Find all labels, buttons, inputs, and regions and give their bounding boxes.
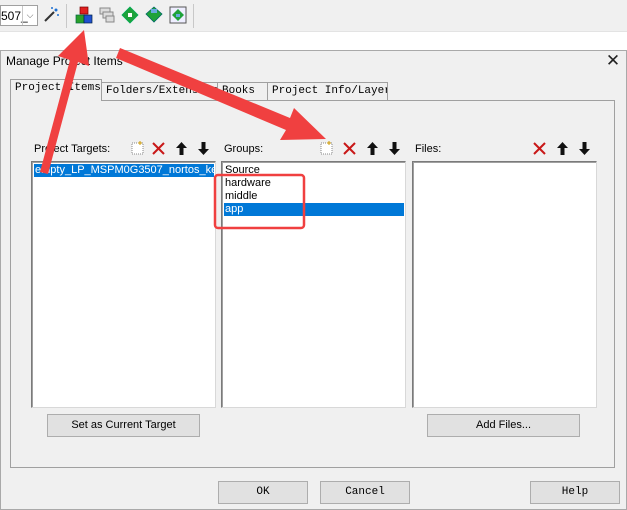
tab-project-info-layer[interactable]: Project Info/Layer [267,82,388,100]
tab-books[interactable]: Books [217,82,268,100]
toolbar-separator [66,4,67,28]
list-item[interactable]: hardware [224,177,271,190]
arrow-up-icon [176,142,187,155]
new-item-icon [131,141,144,155]
chevron-down-icon[interactable]: ⌵ [22,6,37,25]
move-group-up-button[interactable] [364,140,381,157]
move-target-down-button[interactable] [195,140,212,157]
tab-folders-extensions[interactable]: Folders/Extensions [101,82,218,100]
new-target-button[interactable] [129,140,146,157]
delete-icon [533,142,546,155]
event-recorder-icon[interactable] [169,6,187,24]
arrow-up-icon [367,142,378,155]
groups-list[interactable]: Source hardware middle app [221,161,406,408]
manage-project-items-icon[interactable] [75,6,93,24]
list-item[interactable]: app [224,203,404,216]
list-item[interactable]: middle [224,190,257,203]
arrow-down-icon [389,142,400,155]
move-file-down-button[interactable] [576,140,593,157]
delete-icon [152,142,165,155]
delete-file-button[interactable] [531,140,548,157]
list-item[interactable]: Source [224,164,260,177]
delete-group-button[interactable] [341,140,358,157]
select-packs-icon[interactable] [121,6,139,24]
toolbar: 507_ ⌵ [0,0,627,32]
arrow-down-icon [198,142,209,155]
files-label: Files: [415,143,442,155]
groups-label: Groups: [224,143,264,155]
project-targets-list[interactable]: empty_LP_MSPM0G3507_nortos_keil [31,161,216,408]
arrow-up-icon [557,142,568,155]
list-item[interactable]: empty_LP_MSPM0G3507_nortos_keil [34,164,215,177]
new-group-button[interactable] [318,140,335,157]
files-list[interactable] [412,161,597,408]
move-file-up-button[interactable] [554,140,571,157]
layers-icon[interactable] [98,6,116,24]
project-targets-label: Project Targets: [34,143,111,155]
help-button[interactable]: Help [530,481,620,504]
new-item-icon [320,141,333,155]
tab-project-items[interactable]: Project Items [10,79,102,101]
magic-wand-icon[interactable] [42,6,60,24]
close-icon[interactable]: ✕ [603,51,623,71]
delete-target-button[interactable] [150,140,167,157]
pack-installer-icon[interactable] [145,6,163,24]
set-current-target-button[interactable]: Set as Current Target [47,414,200,437]
move-group-down-button[interactable] [386,140,403,157]
move-target-up-button[interactable] [173,140,190,157]
dialog-title: Manage Project Items [6,54,123,68]
delete-icon [343,142,356,155]
add-files-button[interactable]: Add Files... [427,414,580,437]
target-select[interactable]: 507_ ⌵ [0,5,38,26]
arrow-down-icon [579,142,590,155]
ok-button[interactable]: OK [218,481,308,504]
toolbar-separator [193,4,194,28]
cancel-button[interactable]: Cancel [320,481,410,504]
